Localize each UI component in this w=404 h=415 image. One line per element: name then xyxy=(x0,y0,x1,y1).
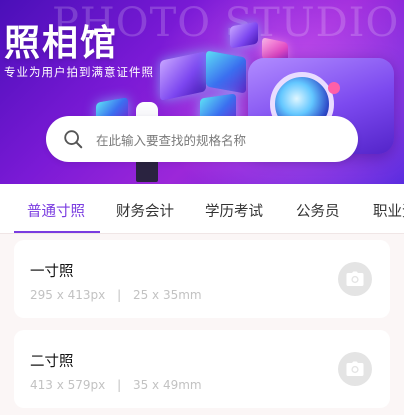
tab-finance-accounting[interactable]: 财务会计 xyxy=(116,200,174,221)
spec-dimensions: 413 x 579px | 35 x 49mm xyxy=(30,378,202,392)
cube-shape xyxy=(206,50,246,94)
take-photo-button[interactable] xyxy=(338,352,372,386)
search-input[interactable]: 在此输入要查找的规格名称 xyxy=(46,116,358,162)
spec-list: 一寸照 295 x 413px | 25 x 35mm 二寸照 413 x 57… xyxy=(0,234,404,415)
tab-standard-photo[interactable]: 普通寸照 xyxy=(27,200,85,221)
take-photo-button[interactable] xyxy=(338,262,372,296)
spec-title: 二寸照 xyxy=(30,354,74,370)
app-page: PHOTO STUDIO 照相馆 专业为用户拍到满意证件照 在此输入要查找的规格… xyxy=(0,0,404,415)
search-placeholder: 在此输入要查找的规格名称 xyxy=(96,132,247,148)
spec-pixels: 413 x 579px xyxy=(30,378,106,392)
spec-dimensions: 295 x 413px | 25 x 35mm xyxy=(30,288,202,302)
tab-professional-qualification[interactable]: 职业资格 xyxy=(373,200,404,221)
spec-separator: | xyxy=(117,378,122,392)
spec-pixels: 295 x 413px xyxy=(30,288,106,302)
camera-shutter-dot xyxy=(328,82,340,94)
list-item[interactable]: 一寸照 295 x 413px | 25 x 35mm xyxy=(14,240,390,318)
camera-icon xyxy=(346,271,364,286)
spec-size: 35 x 49mm xyxy=(132,378,202,392)
spec-title: 一寸照 xyxy=(30,264,74,280)
spec-size: 25 x 35mm xyxy=(132,288,202,302)
list-item[interactable]: 二寸照 413 x 579px | 35 x 49mm xyxy=(14,330,390,408)
camera-icon xyxy=(346,361,364,376)
tab-civil-servant[interactable]: 公务员 xyxy=(296,200,340,221)
spec-separator: | xyxy=(117,288,122,302)
tab-education-exam[interactable]: 学历考试 xyxy=(205,200,263,221)
search-icon xyxy=(64,130,83,149)
page-title: 照相馆 xyxy=(4,23,119,64)
hero-banner: PHOTO STUDIO 照相馆 专业为用户拍到满意证件照 在此输入要查找的规格… xyxy=(0,0,404,184)
category-tabs: 普通寸照 财务会计 学历考试 公务员 职业资格 xyxy=(0,184,404,234)
page-subtitle: 专业为用户拍到满意证件照 xyxy=(4,65,154,79)
